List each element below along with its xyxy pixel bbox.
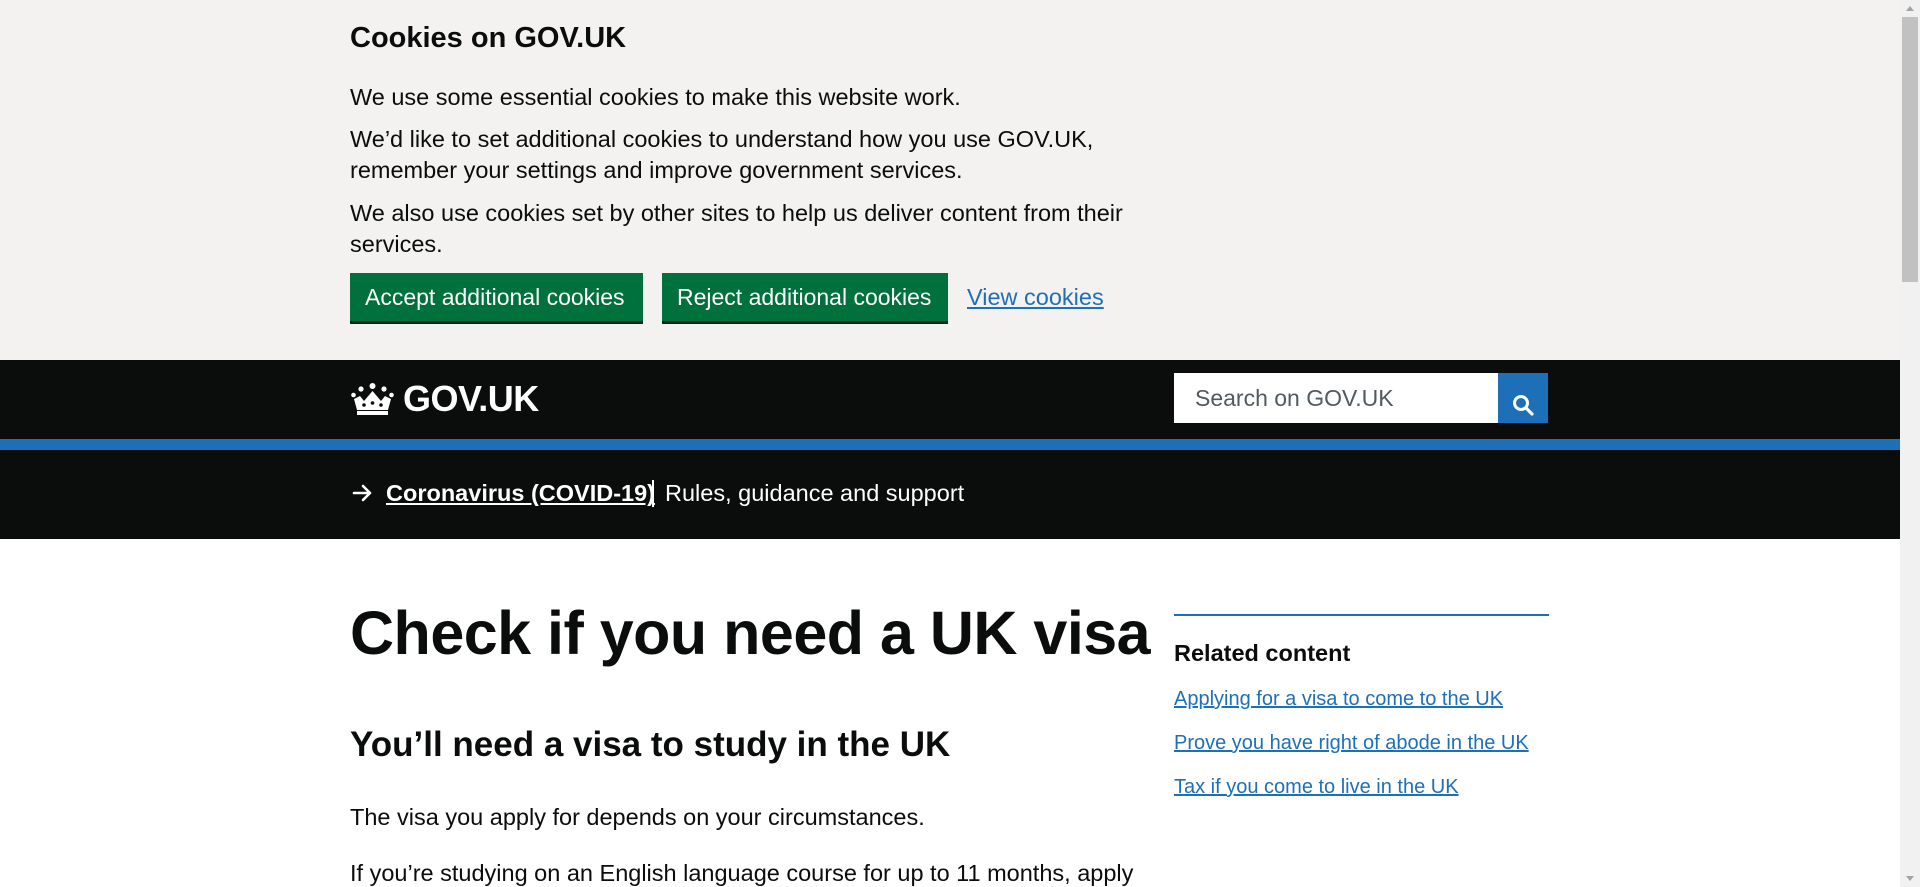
related-content: Related content Applying for a visa to c…: [1174, 614, 1549, 798]
vertical-scrollbar[interactable]: [1900, 0, 1920, 887]
reject-cookies-button[interactable]: Reject additional cookies: [662, 273, 948, 321]
cookie-paragraph-essential: We use some essential cookies to make th…: [350, 84, 961, 110]
site-header: GOV.UK: [0, 360, 1900, 439]
search-button[interactable]: [1498, 373, 1548, 423]
crown-icon: [351, 383, 394, 415]
scroll-down-arrow-icon[interactable]: [1900, 870, 1920, 887]
related-content-title: Related content: [1174, 640, 1351, 666]
page: Cookies on GOV.UK We use some essential …: [0, 0, 1900, 887]
cookie-banner: Cookies on GOV.UK We use some essential …: [0, 0, 1900, 360]
page-title: Check if you need a UK visa: [350, 599, 1151, 667]
search-input[interactable]: [1174, 373, 1498, 423]
covid-banner: Coronavirus (COVID-19) Rules, guidance a…: [0, 450, 1900, 539]
related-link-visa[interactable]: Applying for a visa to come to the UK: [1174, 686, 1503, 712]
cookie-paragraph-additional: We’d like to set additional cookies to u…: [350, 126, 1094, 183]
accept-cookies-button[interactable]: Accept additional cookies: [350, 273, 643, 321]
cookie-banner-title: Cookies on GOV.UK: [350, 22, 627, 54]
view-cookies-link[interactable]: View cookies: [967, 282, 1104, 313]
covid-separator: [652, 480, 654, 507]
result-heading: You’ll need a visa to study in the UK: [350, 725, 951, 764]
search-icon: [1513, 395, 1534, 416]
related-link-tax[interactable]: Tax if you come to live in the UK: [1174, 774, 1459, 800]
scroll-up-arrow-icon[interactable]: [1900, 0, 1920, 17]
body-paragraph-circumstances: The visa you apply for depends on your c…: [350, 804, 925, 830]
govuk-logo-link[interactable]: GOV.UK: [350, 374, 539, 424]
covid-link[interactable]: Coronavirus (COVID-19): [386, 478, 655, 509]
body-paragraph-english-course: If you’re studying on an English languag…: [350, 860, 1134, 886]
header-blue-stripe: [0, 439, 1900, 450]
logo-text: GOV.UK: [403, 378, 539, 419]
covid-tagline: Rules, guidance and support: [665, 480, 965, 506]
arrow-right-icon: [352, 484, 372, 502]
cookie-paragraph-third-party: We also use cookies set by other sites t…: [350, 200, 1123, 257]
related-link-right-of-abode[interactable]: Prove you have right of abode in the UK: [1174, 730, 1529, 756]
scrollbar-thumb[interactable]: [1902, 17, 1918, 282]
